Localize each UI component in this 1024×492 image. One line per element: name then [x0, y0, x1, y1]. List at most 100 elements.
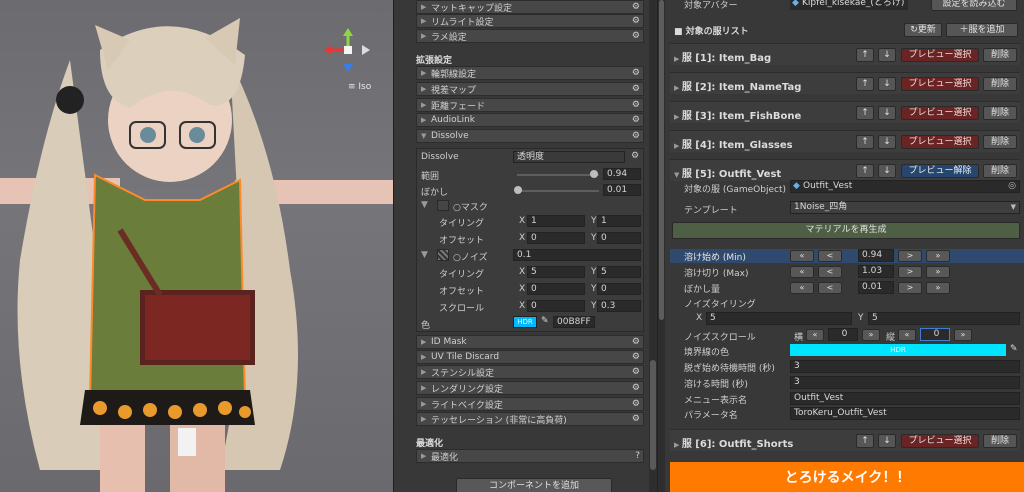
move-down-button[interactable]: ↓ [878, 48, 896, 62]
step-down-large-button[interactable]: « [790, 250, 814, 262]
scroll-y[interactable]: 0.3 [597, 300, 641, 312]
step-up-large-button[interactable]: » [926, 282, 950, 294]
move-up-button[interactable]: ↑ [856, 135, 874, 149]
step-down-large-button[interactable]: « [790, 282, 814, 294]
move-up-button[interactable]: ↑ [856, 106, 874, 120]
eyedropper-icon[interactable]: ✎ [1010, 344, 1018, 354]
blur-amount-input[interactable]: 0.01 [858, 281, 894, 294]
move-up-button[interactable]: ↑ [856, 77, 874, 91]
section-audiolink[interactable]: ▶ AudioLink ⚙ [416, 113, 644, 127]
move-up-button[interactable]: ↑ [856, 48, 874, 62]
noise-offset-y[interactable]: 0 [597, 283, 641, 295]
move-up-button[interactable]: ↑ [856, 434, 874, 448]
gear-icon[interactable]: ⚙ [632, 131, 640, 141]
preview-select-button[interactable]: プレビュー選択 [901, 48, 979, 62]
range-slider-knob[interactable] [590, 170, 599, 178]
move-up-button[interactable]: ↑ [856, 164, 874, 178]
toroke-make-button[interactable]: とろけるメイク！！ [670, 462, 1024, 492]
section-outline[interactable]: ▶ 輪郭線設定 ⚙ [416, 66, 644, 80]
section-tessellation[interactable]: ▶ テッセレーション (非常に高負荷) ⚙ [416, 412, 644, 426]
gear-icon[interactable]: ⚙ [632, 399, 640, 409]
gear-icon[interactable]: ⚙ [632, 16, 640, 26]
noise-tiling-x-input[interactable]: 5 [706, 312, 852, 325]
section-dissolve[interactable]: ▼ Dissolve ⚙ [416, 129, 644, 143]
dissolve-mode-dropdown[interactable]: 透明度 [513, 151, 625, 163]
move-down-button[interactable]: ↓ [878, 434, 896, 448]
regenerate-material-button[interactable]: マテリアルを再生成 [672, 222, 1020, 239]
preview-select-button[interactable]: プレビュー選択 [901, 434, 979, 448]
step-up-button[interactable]: > [898, 250, 922, 262]
section-rendering[interactable]: ▶ レンダリング設定 ⚙ [416, 381, 644, 395]
gear-icon[interactable]: ⚙ [632, 84, 640, 94]
template-dropdown[interactable]: 1Noise_四角 ▼ [790, 201, 1020, 214]
scroll-x[interactable]: 0 [527, 300, 585, 312]
move-down-button[interactable]: ↓ [878, 164, 896, 178]
range-input[interactable]: 0.94 [603, 168, 641, 180]
list-item[interactable]: ▶ 服 [1]: Item_Bag ↑ ↓ プレビュー選択 削除 [670, 43, 1020, 65]
add-component-button[interactable]: コンポーネントを追加 [456, 478, 612, 492]
scroll-v-input[interactable]: 0 [920, 328, 950, 341]
gear-icon[interactable]: ⚙ [632, 31, 640, 41]
scroll-h-input[interactable]: 0 [828, 328, 858, 341]
delete-button[interactable]: 削除 [983, 77, 1017, 91]
iso-label[interactable]: ≡ Iso [348, 82, 371, 92]
range-slider[interactable] [517, 174, 599, 176]
help-icon[interactable]: ? [635, 451, 640, 461]
list-item[interactable]: ▶ 服 [2]: Item_NameTag ↑ ↓ プレビュー選択 削除 [670, 72, 1020, 94]
delete-button[interactable]: 削除 [983, 106, 1017, 120]
step-down-button[interactable]: < [818, 282, 842, 294]
step-down-button[interactable]: < [818, 250, 842, 262]
delete-button[interactable]: 削除 [983, 135, 1017, 149]
inspector-scrollbar[interactable] [649, 0, 657, 492]
blur-slider-knob[interactable] [513, 186, 522, 194]
list-item[interactable]: ▶ 服 [6]: Outfit_Shorts ↑ ↓ プレビュー選択 削除 [670, 429, 1020, 451]
section-rimlight[interactable]: ▶ リムライト設定 ⚙ [416, 14, 644, 28]
step-up-button[interactable]: > [898, 266, 922, 278]
avatar-field[interactable]: ◆ Kipfel_kisekae_(とろけ) [790, 0, 908, 10]
step-down-large-button[interactable]: « [806, 329, 824, 341]
melt-end-input[interactable]: 1.03 [858, 265, 894, 278]
gear-icon[interactable]: ⚙ [632, 2, 640, 12]
gear-icon[interactable]: ⚙ [632, 352, 640, 362]
blur-input[interactable]: 0.01 [603, 184, 641, 196]
color-hex-input[interactable]: 00B8FF [553, 316, 595, 328]
list-item[interactable]: ▶ 服 [4]: Item_Glasses ↑ ↓ プレビュー選択 削除 [670, 130, 1020, 152]
mask-tiling-y[interactable]: 1 [597, 215, 641, 227]
section-lightbake[interactable]: ▶ ライトベイク設定 ⚙ [416, 397, 644, 411]
noise-strength-input[interactable]: 0.1 [513, 249, 641, 261]
gear-icon[interactable]: ⚙ [632, 383, 640, 393]
delete-button[interactable]: 削除 [983, 164, 1017, 178]
section-glitter[interactable]: ▶ ラメ設定 ⚙ [416, 29, 644, 43]
preview-select-button[interactable]: プレビュー選択 [901, 106, 979, 120]
collapse-arrow-icon[interactable]: ▼ [421, 250, 428, 260]
mask-offset-x[interactable]: 0 [527, 232, 585, 244]
blur-slider[interactable] [517, 190, 599, 192]
noise-texture-slot[interactable] [437, 249, 449, 261]
gear-icon[interactable]: ⚙ [632, 367, 640, 377]
section-matcap[interactable]: ▶ マットキャップ設定 ⚙ [416, 0, 644, 14]
collapse-arrow-icon[interactable]: ▼ [421, 200, 428, 210]
axis-gizmo-icon[interactable] [318, 20, 378, 80]
step-down-large-button[interactable]: « [790, 266, 814, 278]
mask-tiling-x[interactable]: 1 [527, 215, 585, 227]
step-up-large-button[interactable]: » [926, 250, 950, 262]
preview-select-button[interactable]: プレビュー選択 [901, 77, 979, 91]
melt-start-input[interactable]: 0.94 [858, 249, 894, 262]
delete-button[interactable]: 削除 [983, 48, 1017, 62]
step-up-large-button[interactable]: » [862, 329, 880, 341]
scene-view[interactable]: ≡ Iso [0, 0, 393, 492]
refresh-button[interactable]: ↻更新 [904, 23, 942, 37]
mask-texture-slot[interactable] [437, 200, 449, 211]
step-down-large-button[interactable]: « [898, 329, 916, 341]
move-down-button[interactable]: ↓ [878, 135, 896, 149]
section-optimize[interactable]: ▶ 最適化? [416, 449, 644, 463]
edge-color-swatch[interactable]: HDR [790, 344, 1006, 356]
step-up-button[interactable]: > [898, 282, 922, 294]
list-item-expanded[interactable]: ▼ 服 [5]: Outfit_Vest ↑ ↓ プレビュー解除 削除 [670, 159, 1020, 181]
mask-offset-y[interactable]: 0 [597, 232, 641, 244]
noise-tiling-y[interactable]: 5 [597, 266, 641, 278]
move-down-button[interactable]: ↓ [878, 77, 896, 91]
step-up-large-button[interactable]: » [954, 329, 972, 341]
add-clothes-button[interactable]: ＋服を追加 [946, 23, 1018, 37]
section-parallax[interactable]: ▶ 視差マップ ⚙ [416, 82, 644, 96]
